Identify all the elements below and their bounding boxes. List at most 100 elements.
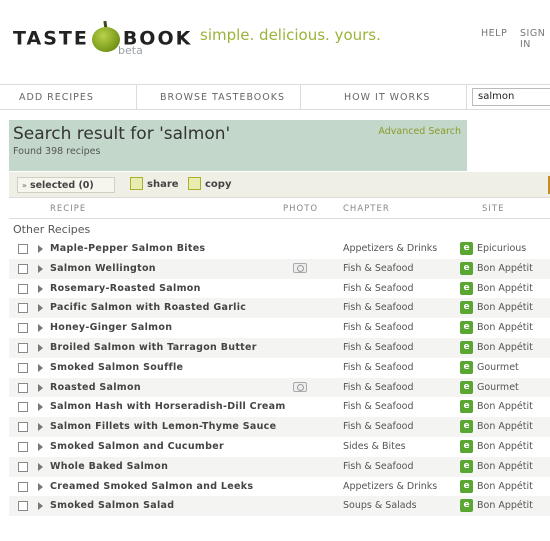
site-logo-icon: e [460,261,473,275]
expand-arrow-icon[interactable] [38,403,43,412]
col-chapter[interactable]: CHAPTER [343,204,390,214]
search-result-header: Search result for 'salmon' Found 398 rec… [9,120,467,171]
group-label: Other Recipes [13,223,91,236]
row-checkbox[interactable] [18,244,28,254]
page-title: Search result for 'salmon' [13,124,231,144]
table-row[interactable]: Smoked Salmon and Cucumber Sides & Bites e… [9,437,550,457]
expand-arrow-icon[interactable] [38,245,43,253]
row-checkbox[interactable] [18,481,28,492]
row-checkbox[interactable] [18,461,28,472]
recipe-name-link[interactable]: Salmon Hash with Horseradish-Dill Cream [50,401,286,412]
nav-how-it-works[interactable]: HOW IT WORKS [301,85,467,109]
recipe-chapter: Fish & Seafood [343,341,414,353]
signin-link[interactable]: SIGN IN [520,28,550,50]
recipe-name-link[interactable]: Salmon Wellington [50,263,156,274]
table-row[interactable]: Creamed Smoked Salmon and Leeks Appetizer… [9,477,550,497]
recipe-name-link[interactable]: Maple-Pepper Salmon Bites [50,243,205,254]
recipe-name-link[interactable]: Roasted Salmon [50,382,141,393]
site-logo-icon: e [460,281,473,295]
expand-arrow-icon[interactable] [38,343,43,352]
table-row[interactable]: Roasted Salmon Fish & Seafood e Gourmet [9,377,550,398]
expand-arrow-icon[interactable] [38,324,43,333]
search-input[interactable]: salmon [472,88,550,106]
row-checkbox[interactable] [18,441,28,452]
results-toolbar: » selected (0) share copy [9,172,550,198]
row-checkbox[interactable] [18,362,28,373]
selected-count: selected (0) [29,180,94,191]
recipe-name-link[interactable]: Broiled Salmon with Tarragon Butter [50,342,257,353]
recipe-name-link[interactable]: Honey-Ginger Salmon [50,322,172,333]
expand-arrow-icon[interactable] [38,363,43,372]
table-row[interactable]: Broiled Salmon with Tarragon Butter Fish … [9,337,550,358]
copy-button[interactable]: copy [188,176,231,193]
table-row[interactable]: Maple-Pepper Salmon Bites Appetizers & Dr… [9,239,550,259]
col-recipe[interactable]: RECIPE [50,204,86,214]
col-photo[interactable]: PHOTO [283,204,318,214]
expand-arrow-icon[interactable] [38,304,43,313]
nav-add-recipes[interactable]: ADD RECIPES [0,85,137,109]
recipe-name-link[interactable]: Smoked Salmon and Cucumber [50,441,224,452]
row-checkbox[interactable] [18,263,28,274]
site-logo-icon: e [460,459,473,473]
table-row[interactable]: Honey-Ginger Salmon Fish & Seafood e Bon Ap… [9,318,550,338]
camera-icon[interactable] [293,381,307,392]
advanced-search-link[interactable]: Advanced Search [378,126,461,137]
recipe-name-link[interactable]: Rosemary-Roasted Salmon [50,283,201,294]
table-row[interactable]: Pacific Salmon with Roasted Garlic Fish &… [9,298,550,319]
recipe-name-link[interactable]: Pacific Salmon with Roasted Garlic [50,302,246,313]
recipe-chapter: Fish & Seafood [343,282,414,294]
recipe-name-link[interactable]: Salmon Fillets with Lemon-Thyme Sauce [50,421,276,432]
col-site[interactable]: SITE [482,204,504,214]
table-rows: Maple-Pepper Salmon Bites Appetizers & Dr… [9,239,550,517]
row-checkbox[interactable] [18,303,28,314]
logo-text-taste: TASTE [13,27,89,50]
expand-arrow-icon[interactable] [38,383,43,392]
table-row[interactable]: Smoked Salmon Salad Soups & Salads e Bon Ap… [9,496,550,517]
site-logo-icon: e [460,400,473,414]
table-row[interactable]: Salmon Hash with Horseradish-Dill Cream F… [9,397,550,417]
row-checkbox[interactable] [18,422,28,433]
table-row[interactable]: Smoked Salmon Souffle Fish & Seafood e Gour… [9,358,550,378]
row-checkbox[interactable] [18,402,28,413]
site-logo-icon: e [460,479,473,493]
recipe-name-link[interactable]: Creamed Smoked Salmon and Leeks [50,481,253,492]
table-row[interactable]: Salmon Wellington Fish & Seafood e Bon Appé… [9,258,550,279]
table-row[interactable]: Salmon Fillets with Lemon-Thyme Sauce Fis… [9,417,550,437]
row-checkbox[interactable] [18,501,28,512]
expand-arrow-icon[interactable] [38,284,43,293]
camera-icon[interactable] [293,262,307,273]
expand-arrow-icon[interactable] [38,502,43,511]
recipe-site: Gourmet [477,381,519,393]
recipe-name-link[interactable]: Smoked Salmon Souffle [50,362,183,373]
result-count: Found 398 recipes [13,146,101,157]
row-checkbox[interactable] [18,382,28,393]
share-icon [130,176,143,190]
expand-arrow-icon[interactable] [38,264,43,273]
recipe-chapter: Soups & Salads [343,500,417,512]
row-checkbox[interactable] [18,342,28,353]
logo[interactable]: TASTE BOOK [13,20,192,54]
row-checkbox[interactable] [18,323,28,334]
table-row[interactable]: Whole Baked Salmon Fish & Seafood e Bon App… [9,456,550,477]
recipe-chapter: Sides & Bites [343,440,406,452]
expand-arrow-icon[interactable] [38,462,43,471]
expand-arrow-icon[interactable] [38,423,43,432]
recipe-chapter: Fish & Seafood [343,381,414,393]
nav-browse-tastebooks[interactable]: BROWSE TASTEBOOKS [137,85,301,109]
help-link[interactable]: HELP [481,28,507,39]
recipe-site: Bon Appétit [477,421,533,433]
expand-arrow-icon[interactable] [38,482,43,491]
row-checkbox[interactable] [18,283,28,294]
recipe-chapter: Fish & Seafood [343,302,414,314]
recipe-name-link[interactable]: Whole Baked Salmon [50,461,168,472]
recipe-site: Bon Appétit [477,480,533,492]
site-logo-icon: e [460,499,473,513]
share-button[interactable]: share [130,176,179,193]
table-row[interactable]: Rosemary-Roasted Salmon Fish & Seafood e Bo… [9,279,550,299]
selected-dropdown[interactable]: » selected (0) [17,177,115,193]
recipe-site: Bon Appétit [477,401,533,413]
recipe-name-link[interactable]: Smoked Salmon Salad [50,500,174,511]
recipe-site: Bon Appétit [477,500,533,512]
recipe-site: Bon Appétit [477,341,533,353]
expand-arrow-icon[interactable] [38,442,43,451]
